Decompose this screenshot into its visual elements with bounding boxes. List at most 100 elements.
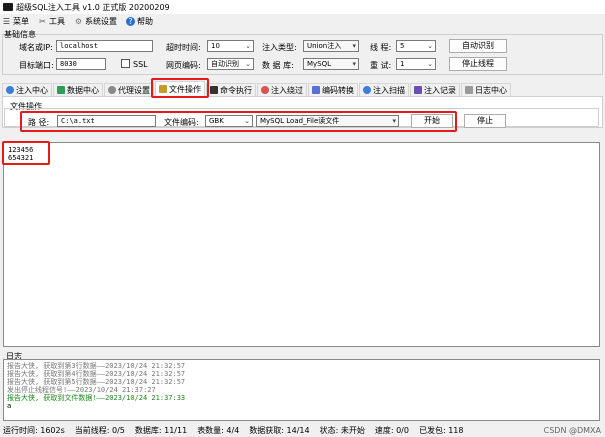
menu-item-menu[interactable]: ☰ 菜单 xyxy=(2,16,29,27)
menu-icon: ☰ xyxy=(2,16,11,26)
ssl-checkbox[interactable] xyxy=(121,59,130,68)
chevron-down-icon: ⌄ xyxy=(245,42,251,50)
terminal-icon xyxy=(210,86,218,94)
chevron-down-icon: ⌄ xyxy=(427,42,433,50)
tab-label: 注入扫描 xyxy=(373,85,405,95)
tab-data-center[interactable]: 数据中心 xyxy=(53,83,103,96)
file-edit-icon xyxy=(159,85,167,93)
log-icon xyxy=(465,86,473,94)
chevron-down-icon: ▾ xyxy=(352,42,356,50)
convert-icon xyxy=(312,86,320,94)
tab-label: 数据中心 xyxy=(67,85,99,95)
tab-inject-bypass[interactable]: 注入绕过 xyxy=(257,83,307,96)
menu-item-help[interactable]: ? 帮助 xyxy=(126,16,153,27)
status-db-count: 数据库: 11/11 xyxy=(134,425,188,435)
tab-encode-convert[interactable]: 编码转换 xyxy=(308,83,358,96)
file-encoding-value: GBK xyxy=(209,117,224,125)
chevron-down-icon: ▾ xyxy=(392,117,396,125)
port-label: 目标端口: xyxy=(19,61,54,70)
file-encoding-select[interactable]: GBK ⌄ xyxy=(205,115,253,127)
records-icon xyxy=(414,86,422,94)
ssl-label: SSL xyxy=(133,60,148,69)
chevron-down-icon: ⌄ xyxy=(427,60,433,68)
watermark: CSDN @DMXA xyxy=(543,425,601,435)
window-title: 超级SQL注入工具 v1.0 正式版 20200209 xyxy=(16,2,170,12)
menu-item-label: 工具 xyxy=(49,16,65,26)
data-center-icon xyxy=(57,86,65,94)
thread-value: 5 xyxy=(400,42,405,50)
tab-inject-center[interactable]: 注入中心 xyxy=(2,83,52,96)
menu-item-label: 菜单 xyxy=(13,16,29,26)
page-encoding-label: 网页编码: xyxy=(166,61,201,70)
status-table-count: 表数量: 4/4 xyxy=(197,425,240,435)
bypass-icon xyxy=(261,86,269,94)
menu-item-tools[interactable]: ✂ 工具 xyxy=(38,16,65,27)
status-run-time: 运行时间: 1602s xyxy=(3,425,65,435)
menu-bar: ☰ 菜单 ✂ 工具 ⚙ 系统设置 ? 帮助 xyxy=(0,14,605,28)
path-input[interactable]: C:\a.txt xyxy=(57,115,156,127)
status-data-fetch: 数据获取: 14/14 xyxy=(249,425,310,435)
tab-command-exec[interactable]: 命令执行 xyxy=(206,83,256,96)
timeout-select[interactable]: 10 ⌄ xyxy=(207,40,254,52)
page-encoding-value: 自动识别 xyxy=(211,60,239,68)
tab-strip: 注入中心 数据中心 代理设置 文件操作 命令执行 注入绕过 编码转换 注入扫描 … xyxy=(2,81,603,96)
auto-detect-button[interactable]: 自动识别 xyxy=(449,39,507,53)
tab-label: 文件操作 xyxy=(169,84,201,94)
stop-thread-button[interactable]: 停止线程 xyxy=(449,57,507,71)
status-sent: 已发包: 118 xyxy=(418,425,464,435)
tab-inject-records[interactable]: 注入记录 xyxy=(410,83,460,96)
status-bar: 运行时间: 1602s 当前线程: 0/5 数据库: 11/11 表数量: 4/… xyxy=(0,423,605,437)
tab-file-operations[interactable]: 文件操作 xyxy=(155,81,205,96)
menu-item-settings[interactable]: ⚙ 系统设置 xyxy=(74,16,117,27)
log-line: 发出停止线程信号!——2023/10/24 21:37:27 xyxy=(7,386,156,394)
domain-input[interactable]: localhost xyxy=(56,40,153,52)
title-bar: 超级SQL注入工具 v1.0 正式版 20200209 xyxy=(0,0,605,14)
file-method-select[interactable]: MySQL Load_File读文件 ▾ xyxy=(256,115,399,127)
tab-log-center[interactable]: 日志中心 xyxy=(461,83,511,96)
log-area[interactable]: 报告大侠, 获取到第3行数据——2023/10/24 21:32:57 报告大侠… xyxy=(3,359,600,421)
scan-icon xyxy=(363,86,371,94)
timeout-value: 10 xyxy=(211,42,220,50)
proxy-icon xyxy=(108,86,116,94)
log-line: 报告大侠, 获取到第4行数据——2023/10/24 21:32:57 xyxy=(7,370,186,378)
timeout-label: 超时时间: xyxy=(166,43,201,52)
help-icon: ? xyxy=(126,16,135,26)
log-line: a xyxy=(7,402,12,410)
file-encoding-label: 文件编码: xyxy=(164,118,199,127)
tab-label: 命令执行 xyxy=(220,85,252,95)
gear-icon: ⚙ xyxy=(74,16,83,26)
log-line: 报告大侠, 获取到第3行数据——2023/10/24 21:32:57 xyxy=(7,362,186,370)
chevron-down-icon: ⌄ xyxy=(245,60,251,68)
database-select[interactable]: MySQL ▾ xyxy=(303,58,359,70)
status-state: 状态: 未开始 xyxy=(319,425,365,435)
tab-proxy-settings[interactable]: 代理设置 xyxy=(104,83,154,96)
port-input[interactable]: 8030 xyxy=(56,58,106,70)
path-label: 路 径: xyxy=(28,118,50,127)
retry-value: 1 xyxy=(400,60,405,68)
basic-info-title: 基础信息 xyxy=(4,30,36,39)
app-icon xyxy=(3,3,13,11)
page-encoding-select[interactable]: 自动识别 ⌄ xyxy=(207,58,254,70)
status-speed: 速度: 0/0 xyxy=(374,425,409,435)
chevron-down-icon: ▾ xyxy=(352,60,356,68)
tab-label: 编码转换 xyxy=(322,85,354,95)
tools-icon: ✂ xyxy=(39,16,46,26)
tab-label: 日志中心 xyxy=(475,85,507,95)
log-line: 报告大侠, 获取到文件数据!——2023/10/24 21:37:33 xyxy=(7,394,186,402)
stop-button[interactable]: 停止 xyxy=(464,114,506,128)
menu-item-label: 系统设置 xyxy=(85,16,117,26)
menu-item-label: 帮助 xyxy=(137,16,153,26)
start-button[interactable]: 开始 xyxy=(411,114,453,128)
tab-label: 注入绕过 xyxy=(271,85,303,95)
inject-center-icon xyxy=(6,86,14,94)
tab-label: 注入记录 xyxy=(424,85,456,95)
inject-type-select[interactable]: Union注入 ▾ xyxy=(303,40,359,52)
database-label: 数 据 库: xyxy=(262,61,294,70)
retry-select[interactable]: 1 ⌄ xyxy=(396,58,436,70)
thread-label: 线 程: xyxy=(370,43,392,52)
file-content-area[interactable]: 123456 654321 xyxy=(3,142,600,347)
tab-inject-scan[interactable]: 注入扫描 xyxy=(359,83,409,96)
file-method-value: MySQL Load_File读文件 xyxy=(260,117,340,125)
status-threads: 当前线程: 0/5 xyxy=(74,425,125,435)
thread-select[interactable]: 5 ⌄ xyxy=(396,40,436,52)
